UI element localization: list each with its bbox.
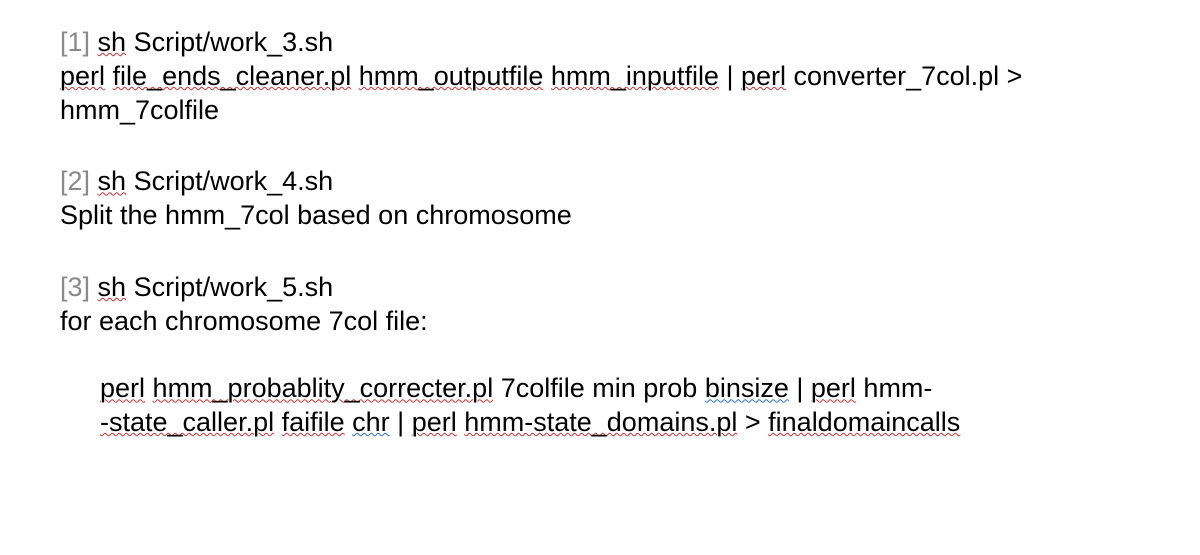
step-header-text: sh Script/work_5.sh bbox=[98, 272, 334, 302]
text-token: perl bbox=[741, 61, 786, 91]
step-number: [2] bbox=[60, 166, 90, 196]
text-token: hmm_probablity_correcter.pl bbox=[153, 373, 494, 403]
text-token: -state_caller.pl bbox=[100, 407, 274, 437]
text-token: finaldomaincalls bbox=[768, 407, 960, 437]
text-token: perl bbox=[811, 373, 856, 403]
text-token: file_ends_cleaner.pl bbox=[113, 61, 352, 91]
text-token bbox=[351, 61, 359, 91]
step-header: [1] sh Script/work_3.sh bbox=[60, 26, 1140, 60]
step-header-text: sh Script/work_4.sh bbox=[98, 166, 334, 196]
text-token: hmm_outputfile bbox=[359, 61, 544, 91]
text-token: perl bbox=[412, 407, 457, 437]
step-number: [3] bbox=[60, 272, 90, 302]
header-rest: Script/work_5.sh bbox=[126, 272, 333, 302]
sh-word: sh bbox=[98, 166, 127, 196]
text-token: > bbox=[737, 407, 768, 437]
text-token bbox=[105, 61, 113, 91]
header-rest: Script/work_3.sh bbox=[126, 27, 333, 57]
text-token: | bbox=[789, 373, 811, 403]
text-token: binsize bbox=[705, 373, 789, 403]
text-token: for each chromosome 7col file: bbox=[60, 306, 428, 336]
step-number: [1] bbox=[60, 27, 90, 57]
step-block: [1] sh Script/work_3.sh perl file_ends_c… bbox=[60, 26, 1140, 127]
text-token bbox=[274, 407, 282, 437]
text-token: 7colfile min prob bbox=[493, 373, 705, 403]
text-token: hmm_inputfile bbox=[551, 61, 719, 91]
text-token: | bbox=[719, 61, 741, 91]
text-token: hmm- bbox=[856, 373, 933, 403]
text-token: hmm-state_domains.pl bbox=[464, 407, 737, 437]
step-subbody: perl hmm_probablity_correcter.pl 7colfil… bbox=[60, 372, 1140, 440]
text-token: perl bbox=[60, 61, 105, 91]
text-token: faifile bbox=[282, 407, 345, 437]
step-header-text: sh Script/work_3.sh bbox=[98, 27, 334, 57]
step-body: perl file_ends_cleaner.pl hmm_outputfile… bbox=[60, 60, 1140, 128]
document-page: [1] sh Script/work_3.sh perl file_ends_c… bbox=[0, 0, 1200, 440]
step-block: [3] sh Script/work_5.sh for each chromos… bbox=[60, 271, 1140, 440]
step-block: [2] sh Script/work_4.sh Split the hmm_7c… bbox=[60, 165, 1140, 233]
step-body: Split the hmm_7col based on chromosome bbox=[60, 199, 1140, 233]
step-body: for each chromosome 7col file: bbox=[60, 305, 1140, 339]
text-token bbox=[145, 373, 153, 403]
text-token: chr bbox=[352, 407, 390, 437]
sh-word: sh bbox=[98, 27, 127, 57]
text-token: perl bbox=[100, 373, 145, 403]
text-token: Split the hmm_7col based on chromosome bbox=[60, 200, 572, 230]
step-header: [2] sh Script/work_4.sh bbox=[60, 165, 1140, 199]
sh-word: sh bbox=[98, 272, 127, 302]
text-token: | bbox=[390, 407, 412, 437]
header-rest: Script/work_4.sh bbox=[126, 166, 333, 196]
text-token bbox=[543, 61, 551, 91]
step-header: [3] sh Script/work_5.sh bbox=[60, 271, 1140, 305]
